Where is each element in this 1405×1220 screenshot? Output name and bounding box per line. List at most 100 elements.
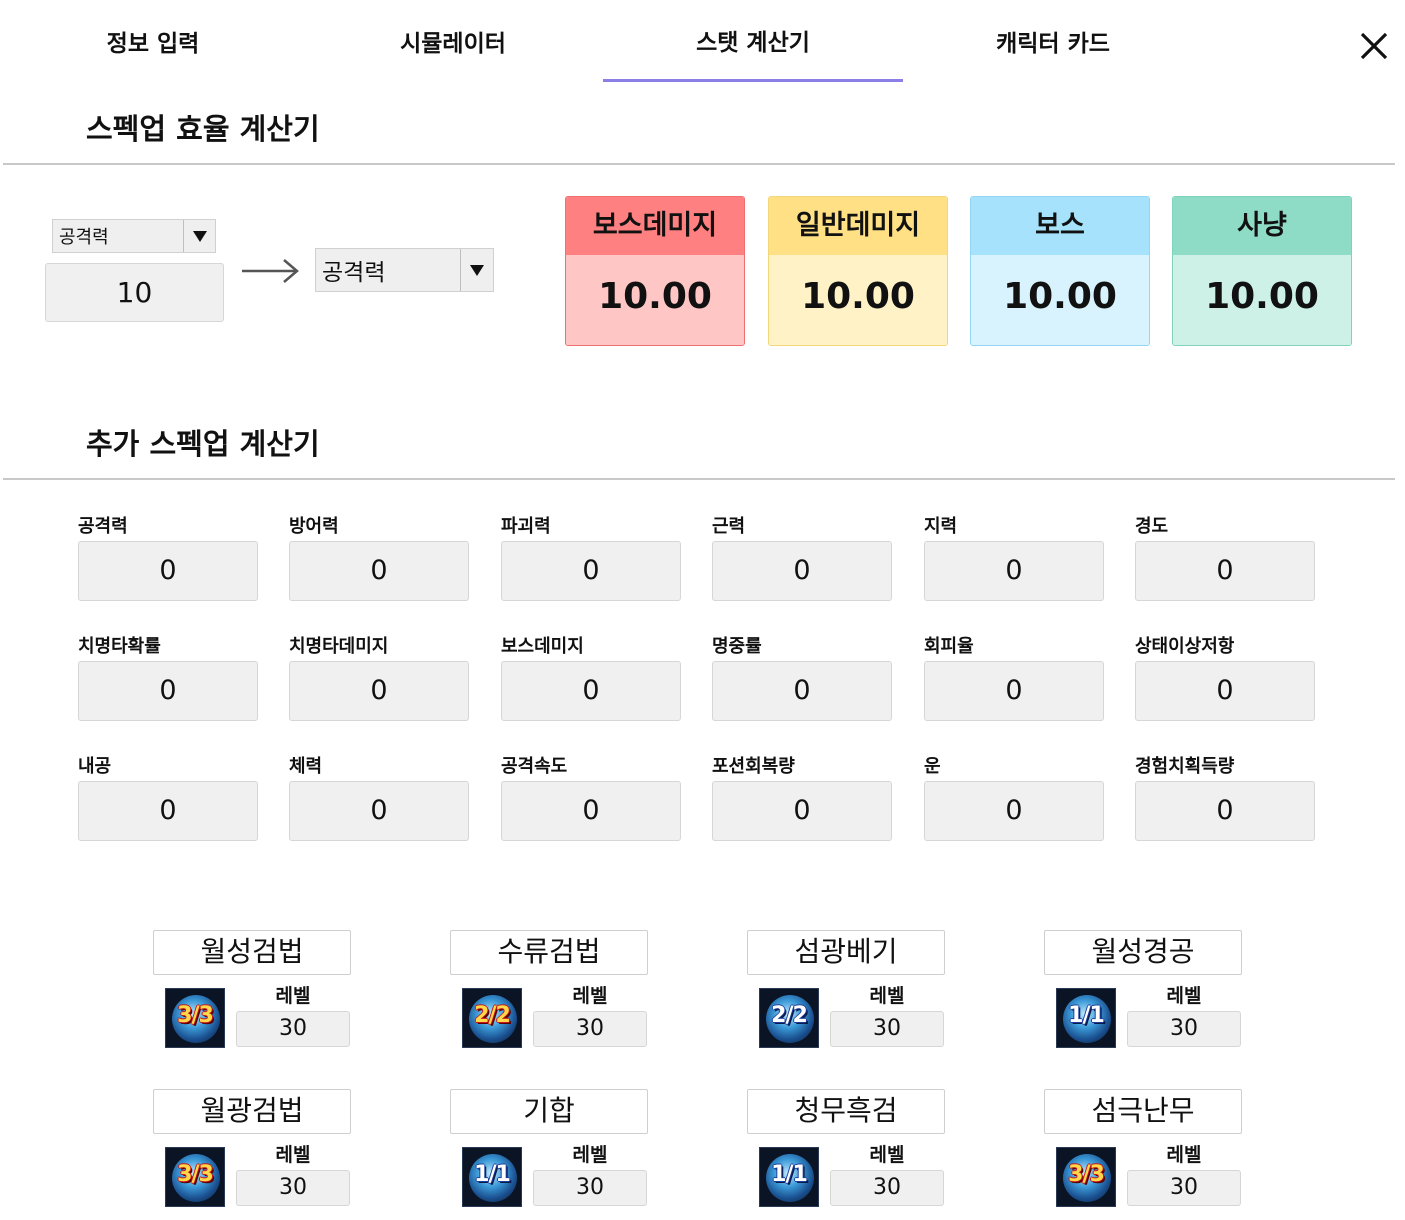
stat-input-potion-recovery[interactable]: 0: [712, 781, 892, 841]
close-button[interactable]: [1356, 28, 1392, 64]
tab-character-card[interactable]: 캐릭터 카드: [903, 0, 1203, 84]
result-label: 사냥: [1173, 197, 1351, 255]
stat-input-health[interactable]: 0: [289, 781, 469, 841]
stat-label-inner-power: 내공: [78, 756, 112, 777]
stat-label-boss-damage: 보스데미지: [501, 636, 584, 657]
skill-level-input[interactable]: 30: [1127, 1170, 1241, 1206]
skill-icon-level: 3/3: [177, 1162, 214, 1187]
stat-input-inner-power[interactable]: 0: [78, 781, 258, 841]
skill-level-input[interactable]: 30: [830, 1170, 944, 1206]
stat-input-evasion[interactable]: 0: [924, 661, 1104, 721]
stat-label-health: 체력: [289, 756, 323, 777]
result-value: 10.00: [566, 255, 744, 345]
efficiency-section-title: 스펙업 효율 계산기: [86, 112, 320, 146]
chevron-down-icon: [183, 220, 215, 252]
stat-label-potion-recovery: 포션회복량: [712, 756, 795, 777]
amount-input[interactable]: 10: [45, 263, 224, 322]
result-label: 일반데미지: [769, 197, 947, 255]
skill-icon-level: 2/2: [771, 1003, 808, 1028]
skill-icon: 1/1: [1056, 988, 1116, 1048]
skill-icon: 2/2: [759, 988, 819, 1048]
stat-label-accuracy: 명중률: [712, 636, 762, 657]
stat-label-crit-damage: 치명타데미지: [289, 636, 389, 657]
close-icon: [1360, 32, 1388, 60]
stat-input-crit-damage[interactable]: 0: [289, 661, 469, 721]
stat-label-destruction: 파괴력: [501, 516, 551, 537]
skill-icon: 3/3: [1056, 1147, 1116, 1207]
stat-input-attack-speed[interactable]: 0: [501, 781, 681, 841]
stat-label-exp-gain: 경험치획득량: [1135, 756, 1235, 777]
stat-label-intelligence: 지력: [924, 516, 958, 537]
stat-input-exp-gain[interactable]: 0: [1135, 781, 1315, 841]
result-card-normal-damage: 일반데미지 10.00: [768, 196, 948, 346]
skill-name: 청무흑검: [747, 1089, 945, 1134]
stat-input-status-resist[interactable]: 0: [1135, 661, 1315, 721]
additional-divider: [3, 478, 1395, 480]
efficiency-divider: [3, 163, 1395, 165]
stat-input-luck[interactable]: 0: [924, 781, 1104, 841]
result-card-boss-damage: 보스데미지 10.00: [565, 196, 745, 346]
stat-label-luck: 운: [924, 756, 941, 777]
stat-input-hardness[interactable]: 0: [1135, 541, 1315, 601]
skill-icon-level: 3/3: [1068, 1162, 1105, 1187]
skill-name: 섬광베기: [747, 930, 945, 975]
skill-icon: 1/1: [462, 1147, 522, 1207]
tab-bar: 정보 입력 시뮬레이터 스탯 계산기 캐릭터 카드: [0, 0, 1405, 84]
skill-level-input[interactable]: 30: [830, 1011, 944, 1047]
result-card-boss: 보스 10.00: [970, 196, 1150, 346]
result-value: 10.00: [1173, 255, 1351, 345]
stat-input-crit-rate[interactable]: 0: [78, 661, 258, 721]
skill-name: 섬극난무: [1044, 1089, 1242, 1134]
stat-input-attack[interactable]: 0: [78, 541, 258, 601]
skill-icon-level: 3/3: [177, 1003, 214, 1028]
result-value: 10.00: [971, 255, 1149, 345]
stat-label-attack-speed: 공격속도: [501, 756, 568, 777]
skill-level-input[interactable]: 30: [533, 1170, 647, 1206]
skill-icon: 3/3: [165, 988, 225, 1048]
skill-icon: 3/3: [165, 1147, 225, 1207]
additional-section-title: 추가 스펙업 계산기: [86, 427, 320, 461]
stat-label-attack: 공격력: [78, 516, 128, 537]
skill-level-input[interactable]: 30: [236, 1011, 350, 1047]
skill-name: 월성검법: [153, 930, 351, 975]
skill-icon-level: 2/2: [474, 1003, 511, 1028]
stat-input-intelligence[interactable]: 0: [924, 541, 1104, 601]
arrow-right-icon: [242, 259, 299, 283]
level-label: 레벨: [572, 985, 608, 1007]
level-label: 레벨: [869, 985, 905, 1007]
stat-label-defense: 방어력: [289, 516, 339, 537]
skill-level-input[interactable]: 30: [1127, 1011, 1241, 1047]
stat-label-crit-rate: 치명타확률: [78, 636, 161, 657]
tab-info-input[interactable]: 정보 입력: [3, 0, 303, 84]
result-label: 보스데미지: [566, 197, 744, 255]
level-label: 레벨: [1166, 985, 1202, 1007]
tab-simulator[interactable]: 시뮬레이터: [303, 0, 603, 84]
skill-icon-level: 1/1: [1068, 1003, 1105, 1028]
tab-stat-calculator[interactable]: 스탯 계산기: [603, 0, 903, 84]
stat-input-strength[interactable]: 0: [712, 541, 892, 601]
skill-icon: 2/2: [462, 988, 522, 1048]
stat-input-boss-damage[interactable]: 0: [501, 661, 681, 721]
skill-level-input[interactable]: 30: [236, 1170, 350, 1206]
skill-level-input[interactable]: 30: [533, 1011, 647, 1047]
to-stat-select[interactable]: 공격력: [315, 248, 494, 292]
skill-name: 월광검법: [153, 1089, 351, 1134]
level-label: 레벨: [275, 1144, 311, 1166]
level-label: 레벨: [275, 985, 311, 1007]
stat-input-destruction[interactable]: 0: [501, 541, 681, 601]
stat-input-accuracy[interactable]: 0: [712, 661, 892, 721]
level-label: 레벨: [1166, 1144, 1202, 1166]
stat-label-status-resist: 상태이상저항: [1135, 636, 1235, 657]
skill-icon: 1/1: [759, 1147, 819, 1207]
from-stat-value: 공격력: [59, 227, 109, 248]
level-label: 레벨: [572, 1144, 608, 1166]
from-stat-select[interactable]: 공격력: [52, 219, 216, 253]
skill-name: 수류검법: [450, 930, 648, 975]
stat-label-strength: 근력: [712, 516, 746, 537]
stat-input-defense[interactable]: 0: [289, 541, 469, 601]
result-label: 보스: [971, 197, 1149, 255]
result-value: 10.00: [769, 255, 947, 345]
skill-name: 기합: [450, 1089, 648, 1134]
skill-icon-level: 1/1: [474, 1162, 511, 1187]
stat-label-hardness: 경도: [1135, 516, 1169, 537]
